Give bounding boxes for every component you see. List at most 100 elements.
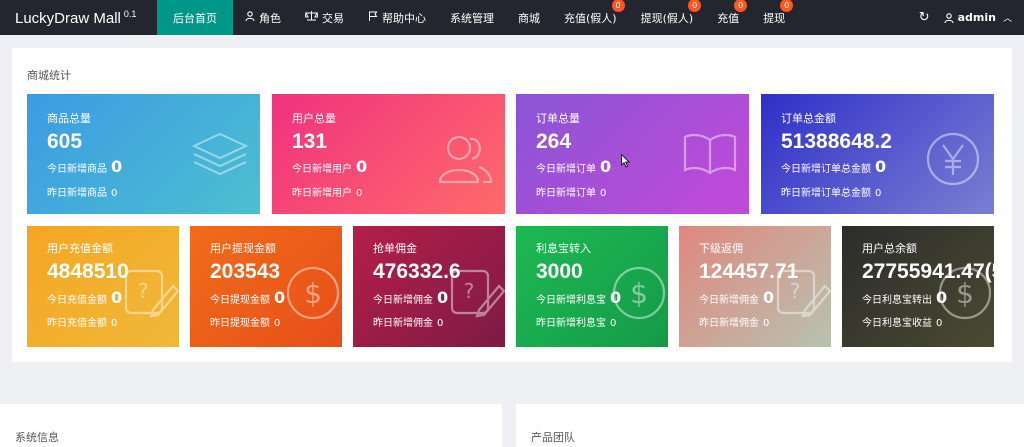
stat-card[interactable]: 抢单佣金 476332.6 今日新增佣金 0 昨日新增佣金 0? xyxy=(353,226,505,347)
refresh-icon[interactable]: ↻ xyxy=(905,10,944,25)
edit-icon: ? xyxy=(775,266,831,322)
stat-card[interactable]: 用户总余额27755941.47(502000今日利息宝转出0今日利息宝收益0$ xyxy=(842,226,994,347)
stat-today-label: 今日新增用户 xyxy=(292,164,352,175)
stat-yesterday-label: 今日利息宝收益 xyxy=(862,318,932,329)
stat-today-value: 0 xyxy=(875,157,887,176)
stat-card[interactable]: 利息宝转入 3000 今日新增利息宝 0 昨日新增利息宝 0 $ xyxy=(516,226,668,347)
users-icon xyxy=(437,132,493,188)
stat-today-label: 今日新增商品 xyxy=(47,164,107,175)
book-icon xyxy=(681,132,739,180)
stat-label: 用户总量 xyxy=(292,112,336,125)
user-menu[interactable]: admin ︿ xyxy=(944,11,1024,24)
stat-today: 今日新增佣金 0 xyxy=(699,288,774,307)
layers-icon xyxy=(191,132,249,184)
stat-today-value: 0 xyxy=(111,157,123,176)
stat-yesterday-value: 0 xyxy=(437,318,444,329)
stat-today-label: 今日新增订单 xyxy=(536,164,596,175)
user-icon xyxy=(245,11,255,24)
stat-today-label: 今日利息宝转出 xyxy=(862,295,932,306)
dollar-icon: $ xyxy=(612,266,666,324)
panel-title: 商城统计 xyxy=(27,69,71,82)
stat-yesterday-label: 昨日新增佣金 xyxy=(373,318,433,329)
notification-badge: 0 xyxy=(611,0,625,12)
stat-yesterday: 昨日新增商品 0 xyxy=(47,184,117,199)
nav-item-0[interactable]: 后台首页 xyxy=(157,0,233,35)
nav-item-8[interactable]: 充值 0 xyxy=(705,0,751,35)
chevron-up-icon: ︿ xyxy=(1002,14,1012,24)
notification-badge: 0 xyxy=(780,0,794,12)
nav-item-label: 帮助中心 xyxy=(382,11,426,25)
stat-yesterday: 昨日提现金额 0 xyxy=(210,314,280,329)
stat-today-label: 今日新增佣金 xyxy=(373,295,433,306)
stat-today: 今日充值金额 0 xyxy=(47,288,122,307)
stat-label: 抢单佣金 xyxy=(373,242,417,255)
stat-yesterday: 昨日新增佣金 0 xyxy=(699,314,769,329)
stat-card[interactable]: 下级返佣 124457.71 今日新增佣金 0 昨日新增佣金 0? xyxy=(679,226,831,347)
stat-yesterday: 昨日新增订单总金额 0 xyxy=(781,184,881,199)
nav-item-5[interactable]: 商城 xyxy=(506,0,552,35)
edit-icon: ? xyxy=(449,266,505,322)
stat-value: 476332.6 xyxy=(373,260,461,283)
dollar-icon: $ xyxy=(938,266,992,324)
nav-item-7[interactable]: 提现(假人) 0 xyxy=(629,0,706,35)
top-navbar: LuckyDraw Mall 0.1 后台首页 角色 交易 帮助中心 系统管理 商城 充值(假… xyxy=(0,0,1024,35)
system-info-panel: 系统信息 xyxy=(0,404,502,447)
stat-today: 今日新增订单总金额 0 xyxy=(781,157,886,176)
stat-yesterday-value: 0 xyxy=(111,188,118,199)
mall-stats-panel: 商城统计 商品总量 605 今日新增商品 0 昨日新增商品 0 用户总量 131 今日新增用户 0… xyxy=(12,48,1012,362)
svg-text:$: $ xyxy=(304,277,322,310)
username: admin xyxy=(957,11,996,24)
stat-yesterday: 今日利息宝收益 0 xyxy=(862,314,942,329)
stat-value: 131 xyxy=(292,130,328,153)
user-icon xyxy=(944,12,954,23)
panel-title: 产品团队 xyxy=(531,431,575,444)
main-nav: 后台首页 角色 交易 帮助中心 系统管理 商城 充值(假人) 0 提现(假人) 0 充值 0 提现 0 xyxy=(157,0,797,35)
notification-badge: 0 xyxy=(734,0,748,12)
stat-today: 今日新增利息宝 0 xyxy=(536,288,621,307)
stat-card[interactable]: 订单总金额 51388648.2 今日新增订单总金额 0 昨日新增订单总金额 0 xyxy=(761,94,994,214)
product-team-panel: 产品团队 xyxy=(516,404,1024,447)
stat-yesterday: 昨日新增佣金 0 xyxy=(373,314,443,329)
brand-version: 0.1 xyxy=(123,8,137,19)
stat-today-label: 今日新增订单总金额 xyxy=(781,164,871,175)
stat-card[interactable]: 用户总量 131 今日新增用户 0 昨日新增用户 0 xyxy=(272,94,505,214)
stat-today-value: 0 xyxy=(600,157,612,176)
stat-value: 605 xyxy=(47,130,83,153)
stat-today-label: 今日提现金额 xyxy=(210,295,270,306)
stat-today-value: 0 xyxy=(356,157,368,176)
stat-today: 今日新增订单 0 xyxy=(536,157,611,176)
nav-item-label: 交易 xyxy=(322,11,344,25)
stat-yesterday-label: 昨日新增用户 xyxy=(292,188,352,199)
stat-yesterday-value: 0 xyxy=(875,188,882,199)
stat-card[interactable]: 商品总量 605 今日新增商品 0 昨日新增商品 0 xyxy=(27,94,260,214)
stat-yesterday-label: 昨日新增订单 xyxy=(536,188,596,199)
stat-yesterday-label: 昨日新增商品 xyxy=(47,188,107,199)
stat-value: 3000 xyxy=(536,260,583,283)
nav-item-label: 后台首页 xyxy=(173,11,217,25)
stat-label: 商品总量 xyxy=(47,112,91,125)
nav-item-3[interactable]: 帮助中心 xyxy=(356,0,438,35)
stat-label: 订单总量 xyxy=(536,112,580,125)
nav-item-label: 提现 xyxy=(763,11,786,25)
nav-item-4[interactable]: 系统管理 xyxy=(438,0,506,35)
flag-icon xyxy=(368,11,378,24)
nav-item-1[interactable]: 角色 xyxy=(233,0,293,35)
stat-card[interactable]: 用户充值金额 4848510 今日充值金额 0 昨日充值金额 0? xyxy=(27,226,179,347)
stat-yesterday-value: 0 xyxy=(274,318,281,329)
stat-label: 用户充值金额 xyxy=(47,242,113,255)
nav-item-2[interactable]: 交易 xyxy=(293,0,356,35)
svg-text:$: $ xyxy=(956,277,974,310)
stat-card[interactable]: 订单总量 264 今日新增订单 0 昨日新增订单 0 xyxy=(516,94,749,214)
brand-logo[interactable]: LuckyDraw Mall 0.1 xyxy=(0,9,157,27)
stat-today: 今日提现金额 0 xyxy=(210,288,285,307)
nav-item-9[interactable]: 提现 0 xyxy=(751,0,797,35)
stat-yesterday-value: 0 xyxy=(356,188,363,199)
svg-text:?: ? xyxy=(464,279,475,303)
nav-item-6[interactable]: 充值(假人) 0 xyxy=(552,0,629,35)
stat-today-label: 今日新增佣金 xyxy=(699,295,759,306)
nav-item-label: 系统管理 xyxy=(450,11,494,25)
stat-yesterday-value: 0 xyxy=(111,318,118,329)
stat-card[interactable]: 用户提现金额 203543 今日提现金额 0 昨日提现金额 0 $ xyxy=(190,226,342,347)
stat-label: 用户总余额 xyxy=(862,242,917,255)
svg-text:?: ? xyxy=(790,279,801,303)
